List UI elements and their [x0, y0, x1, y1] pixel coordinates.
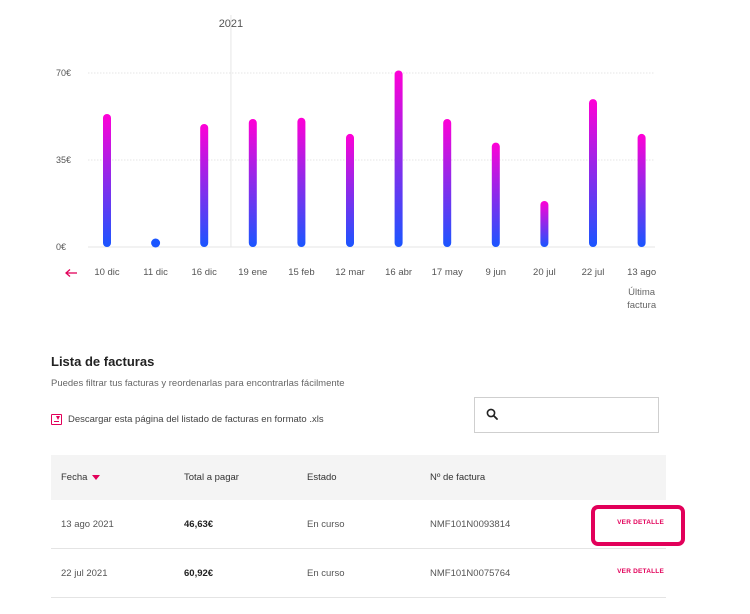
y-tick-label: 35€ — [56, 155, 71, 165]
x-tick-label: 13 ago — [627, 267, 656, 278]
last-invoice-note: Última — [628, 287, 656, 298]
header-total: Total a pagar — [184, 472, 239, 483]
search-box[interactable] — [474, 397, 659, 433]
row-total: 46,63€ — [184, 519, 214, 530]
bar — [589, 99, 597, 247]
bar — [637, 133, 646, 247]
download-icon — [51, 414, 62, 425]
x-tick-label: 11 dic — [143, 267, 168, 278]
table-row: 13 ago 2021 46,63€ En curso NMF101N00938… — [51, 500, 666, 549]
x-tick-label: 15 feb — [288, 267, 314, 278]
row-invoice-number: NMF101N0075764 — [430, 568, 511, 579]
bar — [103, 114, 111, 247]
download-xls-link[interactable]: Descargar esta página del listado de fac… — [51, 414, 324, 425]
x-tick-label: 10 dic — [94, 267, 120, 278]
row-date: 13 ago 2021 — [61, 519, 114, 530]
row-status: En curso — [307, 568, 345, 579]
y-tick-label: 0€ — [56, 242, 66, 252]
x-tick-label: 9 jun — [485, 267, 506, 278]
search-input[interactable] — [507, 402, 653, 428]
bar — [200, 123, 209, 247]
header-invoice: Nº de factura — [430, 472, 486, 483]
x-tick-label: 19 ene — [238, 267, 267, 278]
list-subtitle: Puedes filtrar tus facturas y reordenarl… — [51, 378, 345, 389]
view-detail-link[interactable]: VER DETALLE — [617, 519, 664, 526]
y-tick-label: 70€ — [56, 68, 71, 78]
list-title: Lista de facturas — [51, 354, 155, 369]
invoice-chart-svg: 0€ 35€ 70€ 2021 10 dic 11 dic 16 dic 19 ene 15 f… — [56, 15, 657, 311]
invoice-table: Fecha Total a pagar Estado Nº de factura… — [51, 455, 666, 598]
table-header: Fecha Total a pagar Estado Nº de factura — [51, 455, 666, 500]
bar — [491, 142, 500, 247]
view-detail-link[interactable]: VER DETALLE — [617, 568, 664, 575]
bar — [540, 201, 549, 247]
row-total: 60,92€ — [184, 568, 214, 579]
invoice-chart: 0€ 35€ 70€ 2021 10 dic 11 dic 16 dic 19 ene 15 f… — [0, 0, 750, 320]
bar — [443, 118, 452, 247]
x-tick-label: 12 mar — [335, 267, 365, 278]
x-tick-label: 22 jul — [582, 267, 605, 278]
x-tick-label: 16 abr — [385, 267, 412, 278]
bar — [394, 70, 403, 247]
search-icon — [486, 408, 498, 420]
bar — [297, 117, 306, 247]
arrow-left-icon[interactable] — [65, 269, 77, 277]
header-status: Estado — [307, 472, 337, 483]
year-label: 2021 — [219, 18, 243, 30]
bar — [346, 133, 354, 247]
row-invoice-number: NMF101N0093814 — [430, 519, 511, 530]
bar — [248, 118, 257, 247]
row-date: 22 jul 2021 — [61, 568, 108, 579]
last-invoice-note: factura — [627, 300, 657, 311]
data-point — [151, 238, 161, 248]
header-date[interactable]: Fecha — [61, 472, 101, 483]
x-tick-label: 20 jul — [533, 267, 556, 278]
row-status: En curso — [307, 519, 345, 530]
x-tick-label: 17 may — [432, 267, 463, 278]
table-row: 22 jul 2021 60,92€ En curso NMF101N00757… — [51, 549, 666, 598]
x-tick-label: 16 dic — [192, 267, 218, 278]
download-xls-label: Descargar esta página del listado de fac… — [68, 414, 324, 425]
header-date-label: Fecha — [61, 472, 88, 483]
sort-desc-icon[interactable] — [92, 474, 101, 480]
